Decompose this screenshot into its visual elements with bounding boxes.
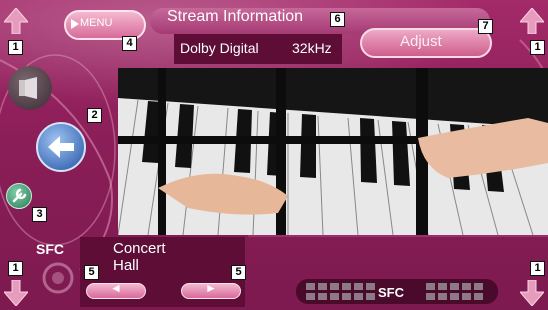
scroll-up-icon[interactable] [520,8,544,34]
audio-format-text: Dolby Digital [180,40,259,56]
sfc-knob-decoration [42,262,74,294]
sfc-heading: SFC [36,241,64,257]
callout-1-bottom-right: 1 [530,261,545,276]
wrench-icon [12,188,27,203]
callout-1-top-right: 1 [530,40,545,55]
page-title: Stream Information [167,8,304,25]
right-arrow-icon: ► [205,281,217,295]
callout-2: 2 [87,108,102,123]
scroll-down-icon[interactable] [520,280,544,306]
adjust-button-label: Adjust [400,33,442,50]
hide-icon [19,77,37,99]
sfc-mode-line1: Concert [113,240,166,257]
callout-5-right: 5 [231,265,246,280]
video-playback-area[interactable] [118,68,548,235]
piano-video-frame [118,68,548,235]
left-arrow-icon: ◄ [110,281,122,295]
callout-4: 4 [122,36,137,51]
callout-5-left: 5 [84,265,99,280]
sfc-mode-line2: Hall [113,257,139,274]
stream-information-screen: Stream Information Dolby Digital 32kHz M… [0,0,548,310]
sample-rate-text: 32kHz [292,40,332,56]
menu-button-label: MENU [80,17,113,29]
scroll-down-icon[interactable] [4,280,28,306]
menu-play-icon [71,19,79,29]
callout-1-bottom-left: 1 [8,261,23,276]
sfc-meter-label: SFC [378,285,404,300]
callout-7: 7 [478,19,493,34]
sfc-mode-label: Concert Hall [113,240,166,274]
callout-3: 3 [32,207,47,222]
scroll-up-icon[interactable] [4,8,28,34]
callout-1-top-left: 1 [8,40,23,55]
callout-6: 6 [330,12,345,27]
return-icon [48,136,74,158]
